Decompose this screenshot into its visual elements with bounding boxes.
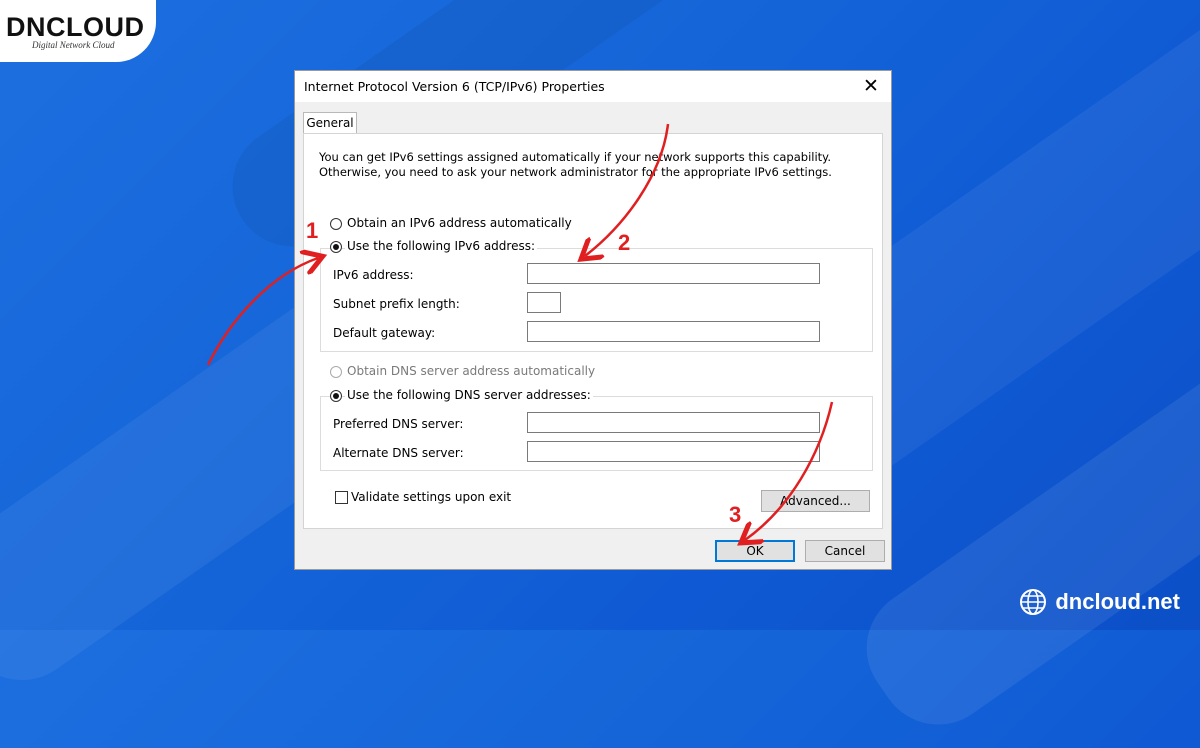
general-panel: You can get IPv6 settings assigned autom… xyxy=(303,133,883,529)
obtain-dns-auto-radio[interactable] xyxy=(330,366,342,378)
validate-settings-checkbox[interactable] xyxy=(335,491,348,504)
alternate-dns-field[interactable] xyxy=(527,441,820,462)
advanced-button[interactable]: Advanced... xyxy=(761,490,870,512)
ok-button[interactable]: OK xyxy=(715,540,795,562)
cancel-button[interactable]: Cancel xyxy=(805,540,885,562)
globe-icon xyxy=(1020,589,1047,615)
tab-general[interactable]: General xyxy=(303,112,357,134)
default-gateway-field[interactable] xyxy=(527,321,820,342)
obtain-ipv6-auto-label: Obtain an IPv6 address automatically xyxy=(347,216,572,230)
logo-tagline: Digital Network Cloud xyxy=(32,40,115,50)
ipv6-properties-dialog: Internet Protocol Version 6 (TCP/IPv6) P… xyxy=(294,70,892,570)
ipv6-address-field[interactable] xyxy=(527,263,820,284)
preferred-dns-field[interactable] xyxy=(527,412,820,433)
description-text: You can get IPv6 settings assigned autom… xyxy=(319,150,839,180)
site-brand: dncloud.net xyxy=(1019,588,1180,616)
default-gateway-label: Default gateway: xyxy=(333,326,436,340)
validate-settings-label: Validate settings upon exit xyxy=(351,490,512,504)
annotation-step-3: 3 xyxy=(729,502,742,527)
description-line: You can get IPv6 settings assigned autom… xyxy=(319,150,832,179)
close-button[interactable]: ✕ xyxy=(859,74,883,98)
obtain-ipv6-auto-radio[interactable] xyxy=(330,218,342,230)
preferred-dns-label: Preferred DNS server: xyxy=(333,417,464,431)
dialog-title: Internet Protocol Version 6 (TCP/IPv6) P… xyxy=(304,79,605,94)
use-following-dns-radio[interactable] xyxy=(330,390,342,402)
subnet-prefix-field[interactable] xyxy=(527,292,561,313)
subnet-prefix-label: Subnet prefix length: xyxy=(333,297,460,311)
alternate-dns-label: Alternate DNS server: xyxy=(333,446,464,460)
use-following-ipv6-radio[interactable] xyxy=(330,241,342,253)
site-name: dncloud.net xyxy=(1055,589,1180,614)
ipv6-address-label: IPv6 address: xyxy=(333,268,414,282)
logo-text: DNCLOUD xyxy=(6,12,145,42)
annotation-step-2: 2 xyxy=(618,230,631,255)
obtain-dns-auto-label: Obtain DNS server address automatically xyxy=(347,364,596,378)
use-following-ipv6-label: Use the following IPv6 address: xyxy=(345,239,538,253)
use-following-dns-label: Use the following DNS server addresses: xyxy=(345,388,593,402)
annotation-step-1: 1 xyxy=(306,218,319,243)
brand-logo: DNCLOUD Digital Network Cloud xyxy=(0,0,156,62)
title-bar: Internet Protocol Version 6 (TCP/IPv6) P… xyxy=(295,71,891,102)
